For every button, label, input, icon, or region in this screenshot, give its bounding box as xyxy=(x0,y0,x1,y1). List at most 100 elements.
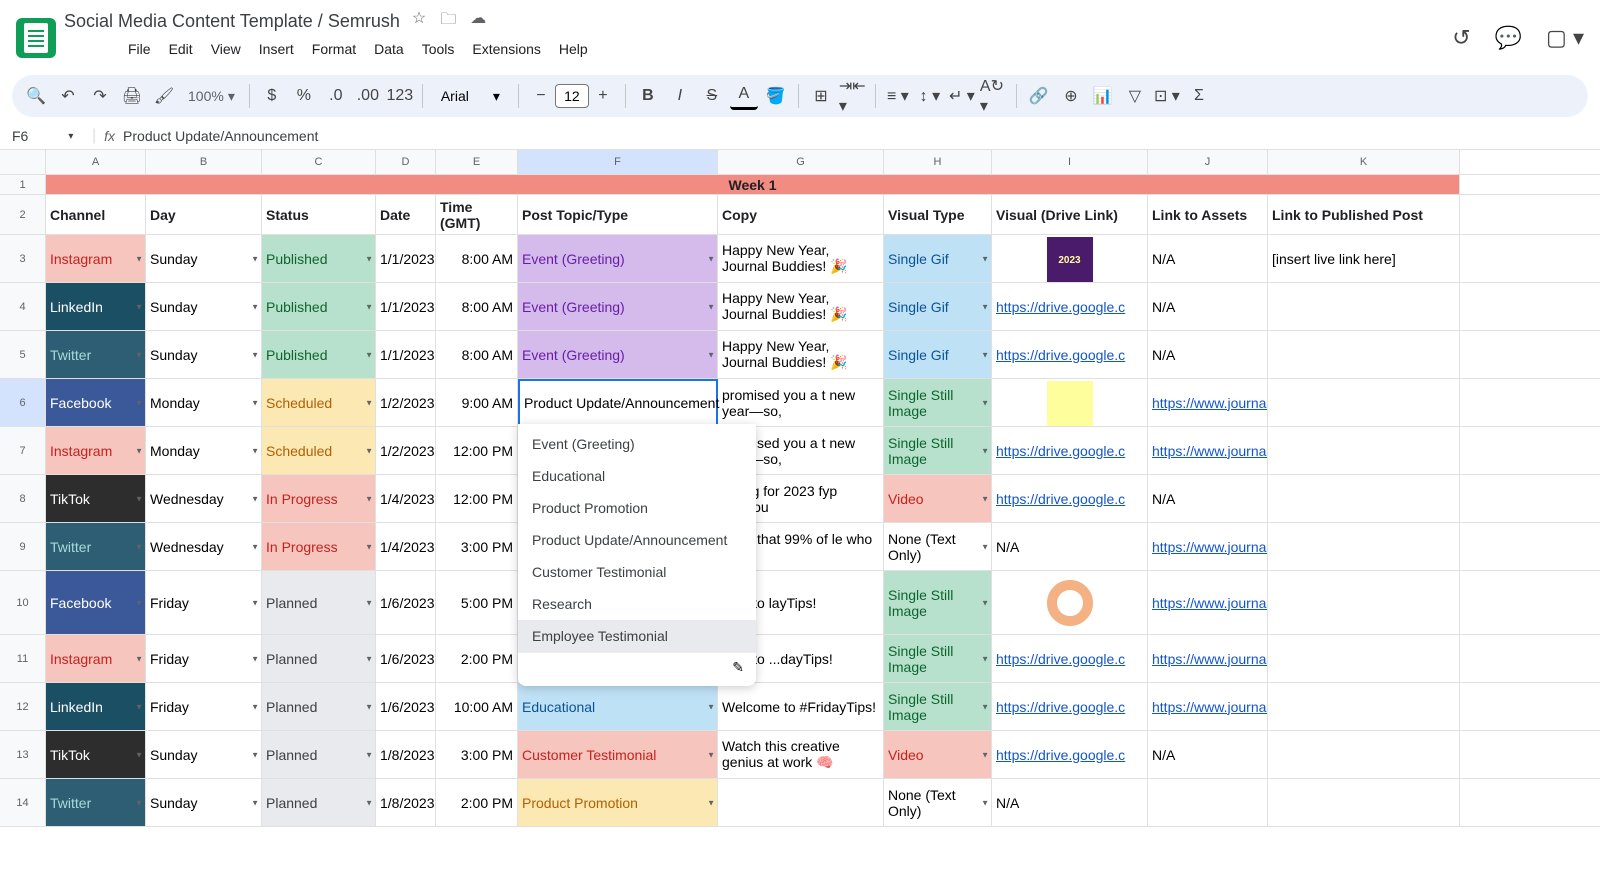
assets-cell[interactable]: https://www.journalingwithfriends.com/bl… xyxy=(1148,571,1268,634)
dropdown-arrow-icon[interactable]: ▼ xyxy=(365,254,373,263)
published-cell[interactable] xyxy=(1268,683,1460,730)
dropdown-item[interactable]: Product Promotion xyxy=(518,492,756,524)
cloud-icon[interactable]: ☁ xyxy=(470,8,486,35)
dropdown-arrow-icon[interactable]: ▼ xyxy=(707,750,715,759)
dropdown-arrow-icon[interactable]: ▼ xyxy=(707,350,715,359)
col-header-J[interactable]: J xyxy=(1148,150,1268,174)
date-cell[interactable]: 1/1/2023 xyxy=(376,331,436,378)
row-header-3[interactable]: 3 xyxy=(0,235,46,282)
dropdown-arrow-icon[interactable]: ▼ xyxy=(251,446,259,455)
row-header-13[interactable]: 13 xyxy=(0,731,46,778)
visual-type-cell[interactable]: Single Still Image▼ xyxy=(884,379,992,426)
dropdown-arrow-icon[interactable]: ▼ xyxy=(135,254,143,263)
time-cell[interactable]: 2:00 PM xyxy=(436,635,518,682)
copy-cell[interactable]: Happy New Year, Journal Buddies! 🎉 xyxy=(718,283,884,330)
assets-cell[interactable]: N/A xyxy=(1148,731,1268,778)
redo-button[interactable]: ↷ xyxy=(86,82,114,110)
col-header-G[interactable]: G xyxy=(718,150,884,174)
row-header-7[interactable]: 7 xyxy=(0,427,46,474)
menu-help[interactable]: Help xyxy=(551,37,596,61)
row-header-2[interactable]: 2 xyxy=(0,195,46,234)
increase-decimal-button[interactable]: .00 xyxy=(354,82,382,110)
published-cell[interactable] xyxy=(1268,779,1460,826)
day-cell[interactable]: Sunday▼ xyxy=(146,235,262,282)
dropdown-arrow-icon[interactable]: ▼ xyxy=(251,542,259,551)
drive-cell[interactable]: https://drive.google.c xyxy=(992,475,1148,522)
dropdown-arrow-icon[interactable]: ▼ xyxy=(981,750,989,759)
dropdown-arrow-icon[interactable]: ▼ xyxy=(707,302,715,311)
drive-cell[interactable]: 2023 xyxy=(992,235,1148,282)
menu-edit[interactable]: Edit xyxy=(161,37,201,61)
wrap-button[interactable]: ↵ ▾ xyxy=(948,82,976,110)
assets-cell[interactable]: https://www.journalingwithfrien xyxy=(1148,683,1268,730)
history-icon[interactable]: ↺ xyxy=(1452,25,1470,51)
day-cell[interactable]: Friday▼ xyxy=(146,683,262,730)
merge-button[interactable]: ⇥⇤ ▾ xyxy=(839,82,867,110)
time-cell[interactable]: 9:00 AM xyxy=(436,379,518,426)
date-cell[interactable]: 1/1/2023 xyxy=(376,283,436,330)
select-all-corner[interactable] xyxy=(0,150,46,174)
strikethrough-button[interactable]: S xyxy=(698,82,726,110)
day-cell[interactable]: Sunday▼ xyxy=(146,779,262,826)
h-align-button[interactable]: ≡ ▾ xyxy=(884,82,912,110)
copy-cell[interactable]: Happy New Year, Journal Buddies! 🎉 xyxy=(718,331,884,378)
dropdown-item[interactable]: Product Update/Announcement xyxy=(518,524,756,556)
published-cell[interactable] xyxy=(1268,635,1460,682)
status-cell[interactable]: Planned▼ xyxy=(262,635,376,682)
dropdown-arrow-icon[interactable]: ▼ xyxy=(365,446,373,455)
link-icon[interactable]: 🔗 xyxy=(1025,82,1053,110)
status-cell[interactable]: Planned▼ xyxy=(262,731,376,778)
visual-type-cell[interactable]: Single Still Image▼ xyxy=(884,427,992,474)
row-header-8[interactable]: 8 xyxy=(0,475,46,522)
status-cell[interactable]: Published▼ xyxy=(262,283,376,330)
visual-type-cell[interactable]: Single Still Image▼ xyxy=(884,635,992,682)
assets-cell[interactable]: N/A xyxy=(1148,331,1268,378)
dropdown-arrow-icon[interactable]: ▼ xyxy=(707,702,715,711)
menu-view[interactable]: View xyxy=(203,37,249,61)
dropdown-item[interactable]: Customer Testimonial xyxy=(518,556,756,588)
status-cell[interactable]: Planned▼ xyxy=(262,779,376,826)
bold-button[interactable]: B xyxy=(634,82,662,110)
dropdown-item[interactable]: Event (Greeting) xyxy=(518,428,756,460)
drive-cell[interactable]: N/A xyxy=(992,779,1148,826)
channel-cell[interactable]: Twitter▼ xyxy=(46,779,146,826)
dropdown-arrow-icon[interactable]: ▼ xyxy=(135,654,143,663)
dropdown-arrow-icon[interactable]: ▼ xyxy=(365,702,373,711)
channel-cell[interactable]: Instagram▼ xyxy=(46,235,146,282)
zoom-select[interactable]: 100% ▾ xyxy=(182,88,241,105)
decrease-font-button[interactable]: − xyxy=(527,82,555,110)
date-cell[interactable]: 1/2/2023 xyxy=(376,379,436,426)
day-cell[interactable]: Friday▼ xyxy=(146,635,262,682)
increase-font-button[interactable]: + xyxy=(589,82,617,110)
row-header-1[interactable]: 1 xyxy=(0,175,46,194)
assets-cell[interactable]: https://www.journalingwithfrien xyxy=(1148,427,1268,474)
assets-cell[interactable]: https://www.journalingwithfrien xyxy=(1148,523,1268,570)
day-cell[interactable]: Sunday▼ xyxy=(146,283,262,330)
filter-icon[interactable]: ▽ xyxy=(1121,82,1149,110)
dropdown-arrow-icon[interactable]: ▼ xyxy=(981,446,989,455)
borders-button[interactable]: ⊞ xyxy=(807,82,835,110)
dropdown-arrow-icon[interactable]: ▼ xyxy=(251,798,259,807)
status-cell[interactable]: In Progress▼ xyxy=(262,523,376,570)
visual-type-cell[interactable]: Single Still Image▼ xyxy=(884,683,992,730)
dropdown-arrow-icon[interactable]: ▼ xyxy=(981,702,989,711)
channel-cell[interactable]: Twitter▼ xyxy=(46,331,146,378)
filter-views-icon[interactable]: ⊡ ▾ xyxy=(1153,82,1181,110)
status-cell[interactable]: Published▼ xyxy=(262,235,376,282)
meet-icon[interactable]: ▢ ▾ xyxy=(1546,25,1584,51)
visual-type-cell[interactable]: Video▼ xyxy=(884,475,992,522)
published-cell[interactable] xyxy=(1268,571,1460,634)
day-cell[interactable]: Wednesday▼ xyxy=(146,523,262,570)
time-cell[interactable]: 10:00 AM xyxy=(436,683,518,730)
channel-cell[interactable]: LinkedIn▼ xyxy=(46,283,146,330)
dropdown-arrow-icon[interactable]: ▼ xyxy=(251,702,259,711)
dropdown-arrow-icon[interactable]: ▼ xyxy=(365,598,373,607)
menu-extensions[interactable]: Extensions xyxy=(464,37,548,61)
col-header-D[interactable]: D xyxy=(376,150,436,174)
dropdown-arrow-icon[interactable]: ▼ xyxy=(365,350,373,359)
visual-type-cell[interactable]: Video▼ xyxy=(884,731,992,778)
channel-cell[interactable]: Instagram▼ xyxy=(46,427,146,474)
dropdown-arrow-icon[interactable]: ▼ xyxy=(981,654,989,663)
date-cell[interactable]: 1/1/2023 xyxy=(376,235,436,282)
col-header-H[interactable]: H xyxy=(884,150,992,174)
